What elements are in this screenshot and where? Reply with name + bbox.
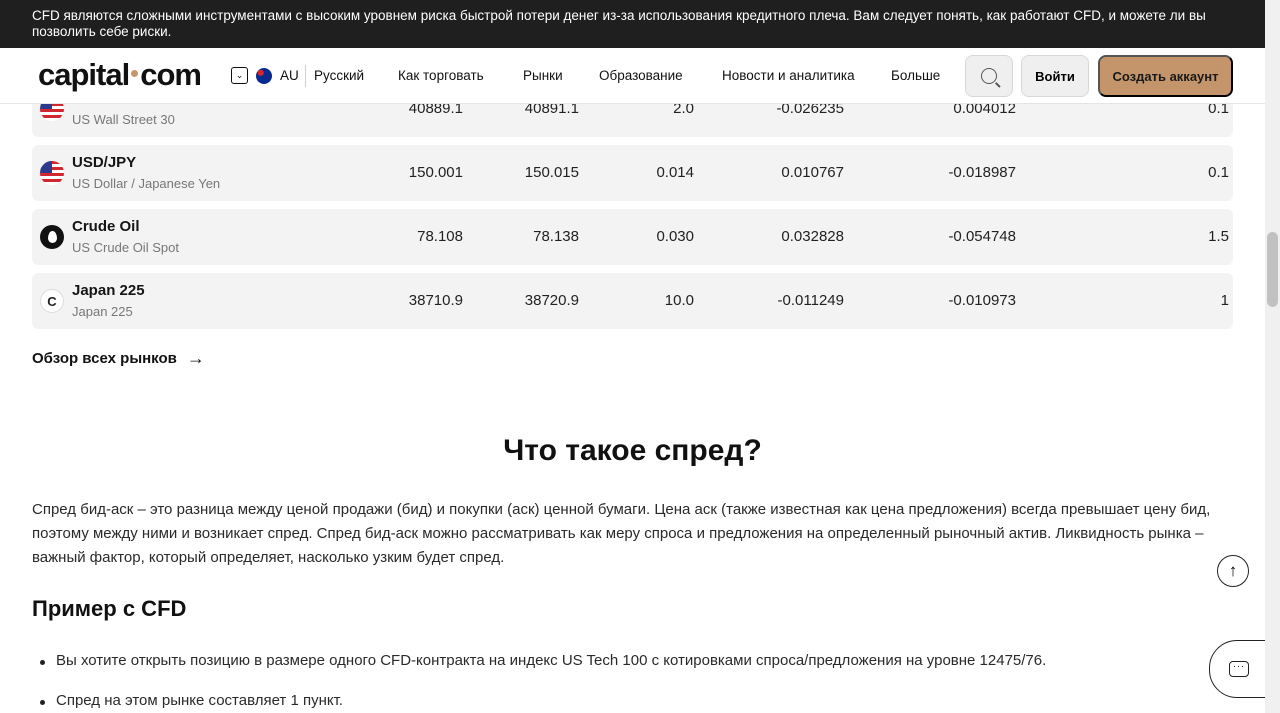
site-header: capital com ⌄ AU Русский Как торговать Ры… bbox=[0, 48, 1265, 104]
margin-value: 1.5 bbox=[1208, 228, 1229, 245]
all-markets-label: Обзор всех рынков bbox=[32, 350, 177, 367]
logo[interactable]: capital com bbox=[38, 57, 202, 93]
swap-long: -0.011249 bbox=[777, 292, 844, 309]
login-button[interactable]: Войти bbox=[1021, 55, 1089, 97]
chat-bubble-icon: ··· bbox=[1229, 661, 1249, 677]
oil-drop-icon bbox=[40, 225, 64, 249]
spread-value: 0.030 bbox=[656, 228, 694, 245]
instrument-name: Crude Oil bbox=[72, 218, 140, 235]
search-icon bbox=[981, 68, 997, 84]
sell-price: 38710.9 bbox=[408, 292, 463, 309]
nav-more[interactable]: Больше bbox=[891, 68, 940, 83]
arrow-right-icon: → bbox=[186, 348, 205, 368]
spread-value: 10.0 bbox=[664, 292, 694, 309]
section-paragraph: Спред бид-аск – это разница между ценой … bbox=[32, 501, 1211, 566]
instrument-subtitle: US Wall Street 30 bbox=[72, 112, 175, 127]
nav-education[interactable]: Образование bbox=[599, 68, 683, 83]
all-markets-link[interactable]: Обзор всех рынков → bbox=[32, 348, 205, 369]
spread-value: 0.014 bbox=[656, 164, 694, 181]
instrument-name: Japan 225 bbox=[72, 282, 145, 299]
logo-dot-icon bbox=[131, 70, 139, 78]
risk-warning-banner: CFD являются сложными инструментами с вы… bbox=[0, 0, 1265, 48]
instrument-subtitle: Japan 225 bbox=[72, 304, 133, 319]
swap-short: -0.054748 bbox=[948, 228, 1016, 245]
nav-how-to-trade[interactable]: Как торговать bbox=[398, 68, 484, 83]
language-select[interactable]: Русский bbox=[314, 68, 364, 83]
table-row[interactable]: C Japan 225 Japan 225 38710.9 38720.9 10… bbox=[32, 273, 1233, 329]
scrollbar-track[interactable] bbox=[1265, 0, 1280, 713]
buy-price: 150.015 bbox=[524, 164, 579, 181]
list-item: Спред на этом рынке составляет 1 пункт. bbox=[40, 692, 343, 709]
swap-long: 0.032828 bbox=[781, 228, 844, 245]
instrument-name: USD/JPY bbox=[72, 154, 137, 171]
sell-price: 78.108 bbox=[417, 228, 463, 245]
buy-price: 78.138 bbox=[533, 228, 579, 245]
chevron-down-icon[interactable]: ⌄ bbox=[231, 67, 248, 84]
table-row[interactable]: USD/JPY US Dollar / Japanese Yen 150.001… bbox=[32, 145, 1233, 201]
region-code[interactable]: AU bbox=[280, 68, 299, 83]
table-row[interactable]: Crude Oil US Crude Oil Spot 78.108 78.13… bbox=[32, 209, 1233, 265]
us-flag-icon bbox=[40, 161, 64, 185]
australia-flag-icon bbox=[256, 68, 272, 84]
swap-short: -0.018987 bbox=[948, 164, 1016, 181]
nav-news-analysis[interactable]: Новости и аналитика bbox=[722, 68, 855, 83]
margin-value: 0.1 bbox=[1208, 164, 1229, 181]
swap-long: 0.010767 bbox=[781, 164, 844, 181]
logo-right: com bbox=[140, 57, 202, 92]
buy-price: 38720.9 bbox=[524, 292, 579, 309]
nav-markets[interactable]: Рынки bbox=[523, 68, 563, 83]
signup-button[interactable]: Создать аккаунт bbox=[1098, 55, 1233, 97]
japan-225-icon: C bbox=[40, 289, 64, 313]
section-title: Что такое спред? bbox=[503, 434, 762, 467]
margin-value: 1 bbox=[1220, 292, 1229, 309]
subsection-title: Пример с CFD bbox=[32, 596, 187, 621]
divider bbox=[305, 65, 306, 87]
swap-short: -0.010973 bbox=[948, 292, 1016, 309]
list-item: Вы хотите открыть позицию в размере одно… bbox=[39, 652, 1047, 669]
chat-button[interactable]: ··· bbox=[1209, 640, 1269, 698]
scrollbar-thumb[interactable] bbox=[1267, 232, 1278, 307]
scroll-to-top-button[interactable]: ↑ bbox=[1217, 555, 1249, 587]
logo-left: capital bbox=[38, 57, 130, 92]
instrument-subtitle: US Dollar / Japanese Yen bbox=[72, 176, 221, 191]
risk-warning-text: CFD являются сложными инструментами с вы… bbox=[32, 8, 1206, 39]
instrument-subtitle: US Crude Oil Spot bbox=[72, 240, 179, 255]
sell-price: 150.001 bbox=[408, 164, 463, 181]
arrow-up-icon: ↑ bbox=[1228, 561, 1238, 580]
search-button[interactable] bbox=[965, 55, 1013, 97]
